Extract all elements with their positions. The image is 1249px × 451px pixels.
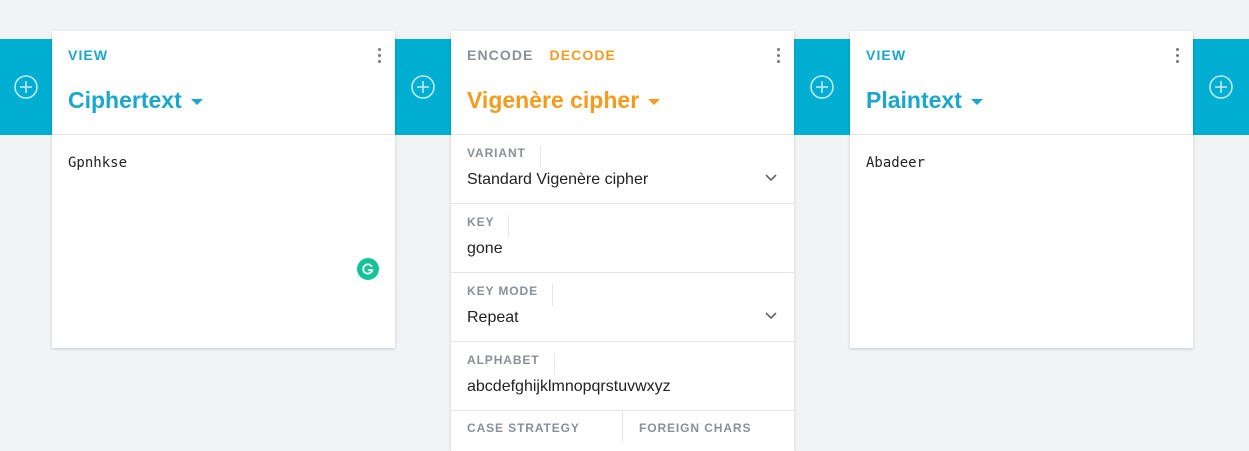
card-header: ENCODE DECODE Vigenère cipher (451, 31, 794, 135)
grammarly-icon[interactable] (357, 258, 379, 280)
plaintext-card: VIEW Plaintext Abadeer (850, 31, 1193, 348)
case-foreign-row: CASE STRATEGY FOREIGN CHARS (451, 411, 794, 442)
field-label: ALPHABET (467, 353, 555, 375)
plus-circle-icon (810, 75, 834, 99)
field-label: CASE STRATEGY (467, 421, 580, 435)
foreign-chars-select[interactable]: FOREIGN CHARS (623, 411, 794, 442)
field-value: Standard Vigenère cipher (467, 171, 649, 188)
add-brick-button-2[interactable] (794, 39, 850, 135)
chevron-down-icon (765, 312, 777, 320)
card-title-dropdown[interactable]: Ciphertext (68, 87, 203, 114)
caret-down-icon (970, 98, 983, 105)
card-title: Ciphertext (68, 87, 182, 113)
kebab-menu-icon[interactable] (376, 48, 382, 66)
card-title-dropdown[interactable]: Plaintext (866, 87, 983, 114)
card-title-dropdown[interactable]: Vigenère cipher (467, 87, 661, 114)
card-title: Plaintext (866, 87, 962, 113)
kebab-menu-icon[interactable] (1174, 48, 1180, 66)
field-value: gone (467, 240, 503, 257)
card-tabs: VIEW (866, 47, 917, 63)
add-brick-button-left[interactable] (0, 39, 52, 135)
kebab-menu-icon[interactable] (775, 48, 781, 66)
caret-down-icon (648, 98, 661, 105)
card-header: VIEW Plaintext (850, 31, 1193, 135)
add-brick-button-right[interactable] (1193, 39, 1249, 135)
variant-select[interactable]: VARIANT Standard Vigenère cipher (451, 135, 794, 204)
card-tabs: VIEW (68, 47, 119, 63)
field-label: VARIANT (467, 146, 541, 168)
plus-circle-icon (14, 75, 38, 99)
ciphertext-card: VIEW Ciphertext Gpnhkse (52, 31, 395, 348)
tab-view[interactable]: VIEW (68, 47, 108, 63)
tab-encode[interactable]: ENCODE (467, 47, 534, 63)
add-brick-button-1[interactable] (395, 39, 451, 135)
field-label: FOREIGN CHARS (639, 421, 752, 435)
field-label: KEY MODE (467, 284, 553, 306)
card-tabs: ENCODE DECODE (467, 47, 627, 63)
key-mode-select[interactable]: KEY MODE Repeat (451, 273, 794, 342)
chevron-down-icon (765, 174, 777, 182)
card-header: VIEW Ciphertext (52, 31, 395, 135)
alphabet-input[interactable]: ALPHABET abcdefghijklmnopqrstuvwxyz (451, 342, 794, 411)
caret-down-icon (190, 98, 203, 105)
tab-decode[interactable]: DECODE (550, 47, 617, 63)
case-strategy-select[interactable]: CASE STRATEGY (451, 411, 623, 442)
plaintext-content[interactable]: Abadeer (866, 155, 925, 171)
field-label: KEY (467, 215, 510, 237)
tab-view[interactable]: VIEW (866, 47, 906, 63)
ciphertext-content[interactable]: Gpnhkse (68, 155, 127, 171)
field-value: Repeat (467, 309, 519, 326)
card-title: Vigenère cipher (467, 87, 640, 113)
key-input[interactable]: KEY gone (451, 204, 794, 273)
plus-circle-icon (411, 75, 435, 99)
plus-circle-icon (1209, 75, 1233, 99)
field-value: abcdefghijklmnopqrstuvwxyz (467, 378, 671, 395)
vigenere-cipher-card: ENCODE DECODE Vigenère cipher VARIANT St… (451, 31, 794, 451)
